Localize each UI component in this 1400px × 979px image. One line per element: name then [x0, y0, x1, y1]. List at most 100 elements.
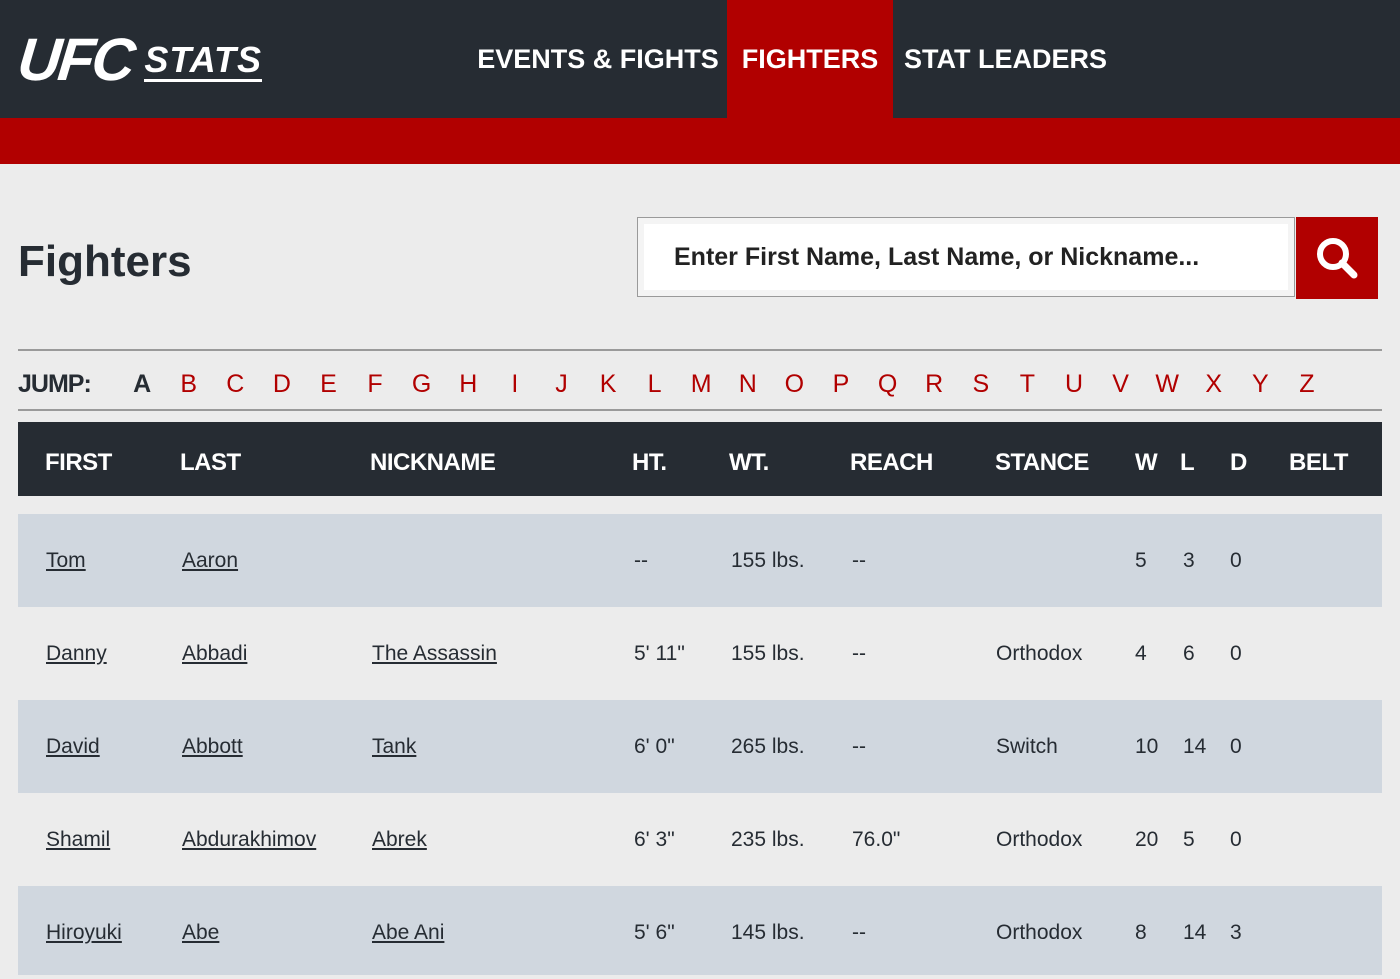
table-row: Danny Abbadi The Assassin 5' 11" 155 lbs…: [18, 607, 1382, 700]
column-header-nickname[interactable]: NICKNAME: [370, 422, 496, 496]
jump-letter-o[interactable]: O: [771, 370, 818, 399]
divider: [18, 409, 1382, 411]
column-header-weight[interactable]: WT.: [729, 422, 769, 496]
top-navigation-bar: UFC STATS EVENTS & FIGHTS FIGHTERS STAT …: [0, 0, 1400, 118]
jump-letter-h[interactable]: H: [445, 370, 492, 399]
cell-stance: Orthodox: [996, 828, 1083, 851]
cell-reach: --: [852, 642, 866, 665]
cell-losses: 6: [1183, 642, 1195, 665]
jump-letters: ABCDEFGHIJKLMNOPQRSTUVWXYZ: [119, 370, 1330, 399]
table-header: FIRST LAST NICKNAME HT. WT. REACH STANCE…: [18, 422, 1382, 496]
column-header-reach[interactable]: REACH: [850, 422, 933, 496]
jump-letter-c[interactable]: C: [212, 370, 259, 399]
cell-first-name[interactable]: David: [46, 700, 100, 793]
jump-letter-l[interactable]: L: [631, 370, 678, 399]
cell-last-name[interactable]: Abe: [182, 886, 219, 979]
jump-letter-p[interactable]: P: [818, 370, 865, 399]
table-row: Tom Aaron -- 155 lbs. -- 5 3 0: [18, 514, 1382, 607]
cell-height: 5' 11": [634, 642, 685, 665]
jump-letter-e[interactable]: E: [305, 370, 352, 399]
nav-fighters[interactable]: FIGHTERS: [727, 0, 893, 118]
cell-nickname[interactable]: Abrek: [372, 793, 427, 886]
jump-letter-a[interactable]: A: [119, 370, 166, 399]
jump-letter-d[interactable]: D: [259, 370, 306, 399]
column-header-belt[interactable]: BELT: [1289, 422, 1348, 496]
jump-letter-j[interactable]: J: [538, 370, 585, 399]
cell-weight: 155 lbs.: [731, 642, 805, 665]
cell-draws: 0: [1230, 735, 1242, 758]
column-header-stance[interactable]: STANCE: [995, 422, 1089, 496]
jump-letter-r[interactable]: R: [911, 370, 958, 399]
nav-stat-leaders[interactable]: STAT LEADERS: [893, 0, 1118, 118]
page-title: Fighters: [18, 237, 192, 286]
jump-letter-v[interactable]: V: [1097, 370, 1144, 399]
cell-losses: 3: [1183, 549, 1195, 572]
jump-letter-f[interactable]: F: [352, 370, 399, 399]
cell-weight: 265 lbs.: [731, 735, 805, 758]
cell-wins: 20: [1135, 828, 1159, 851]
jump-letter-x[interactable]: X: [1190, 370, 1237, 399]
jump-letter-q[interactable]: Q: [864, 370, 911, 399]
jump-label: JUMP:: [18, 369, 92, 398]
cell-nickname[interactable]: Tank: [372, 700, 416, 793]
cell-first-name[interactable]: Tom: [46, 514, 86, 607]
cell-nickname[interactable]: Abe Ani: [372, 886, 444, 979]
cell-stance: Switch: [996, 735, 1058, 758]
search-input[interactable]: [646, 226, 1286, 288]
column-header-height[interactable]: HT.: [632, 422, 667, 496]
alphabet-jump-bar: JUMP: ABCDEFGHIJKLMNOPQRSTUVWXYZ: [18, 364, 1330, 404]
cell-stance: Orthodox: [996, 921, 1083, 944]
cell-height: --: [634, 549, 648, 572]
cell-last-name[interactable]: Abbadi: [182, 607, 247, 700]
jump-letter-n[interactable]: N: [725, 370, 772, 399]
cell-weight: 145 lbs.: [731, 921, 805, 944]
search-icon: [1317, 238, 1358, 279]
column-header-losses[interactable]: L: [1180, 422, 1195, 496]
cell-wins: 8: [1135, 921, 1147, 944]
logo-ufc-text: UFC: [14, 26, 136, 93]
jump-letter-s[interactable]: S: [957, 370, 1004, 399]
ufc-stats-logo[interactable]: UFC STATS: [14, 26, 262, 93]
jump-letter-g[interactable]: G: [398, 370, 445, 399]
jump-letter-u[interactable]: U: [1051, 370, 1098, 399]
cell-reach: 76.0": [852, 828, 901, 851]
cell-first-name[interactable]: Hiroyuki: [46, 886, 122, 979]
cell-nickname[interactable]: The Assassin: [372, 607, 497, 700]
jump-letter-t[interactable]: T: [1004, 370, 1051, 399]
header-accent-bar: [0, 118, 1400, 164]
cell-stance: Orthodox: [996, 642, 1083, 665]
cell-losses: 14: [1183, 735, 1207, 758]
cell-wins: 5: [1135, 549, 1147, 572]
cell-last-name[interactable]: Abdurakhimov: [182, 793, 316, 886]
column-header-last[interactable]: LAST: [180, 422, 241, 496]
cell-weight: 155 lbs.: [731, 549, 805, 572]
cell-draws: 0: [1230, 549, 1242, 572]
jump-letter-k[interactable]: K: [585, 370, 632, 399]
nav-events-and-fights[interactable]: EVENTS & FIGHTS: [470, 0, 726, 118]
cell-draws: 0: [1230, 828, 1242, 851]
table-row: Shamil Abdurakhimov Abrek 6' 3" 235 lbs.…: [18, 793, 1382, 886]
logo-stats-text: STATS: [144, 39, 262, 82]
jump-letter-z[interactable]: Z: [1284, 370, 1331, 399]
cell-height: 6' 0": [634, 735, 675, 758]
cell-last-name[interactable]: Abbott: [182, 700, 243, 793]
table-row: Hiroyuki Abe Abe Ani 5' 6" 145 lbs. -- O…: [18, 886, 1382, 975]
cell-first-name[interactable]: Danny: [46, 607, 107, 700]
cell-draws: 3: [1230, 921, 1242, 944]
cell-first-name[interactable]: Shamil: [46, 793, 110, 886]
jump-letter-y[interactable]: Y: [1237, 370, 1284, 399]
jump-letter-w[interactable]: W: [1144, 370, 1191, 399]
jump-letter-i[interactable]: I: [492, 370, 539, 399]
column-header-wins[interactable]: W: [1135, 422, 1158, 496]
search-box: [637, 217, 1295, 297]
jump-letter-b[interactable]: B: [165, 370, 212, 399]
cell-losses: 14: [1183, 921, 1207, 944]
column-header-draws[interactable]: D: [1230, 422, 1247, 496]
search-button[interactable]: [1296, 217, 1378, 299]
cell-last-name[interactable]: Aaron: [182, 514, 238, 607]
cell-weight: 235 lbs.: [731, 828, 805, 851]
cell-losses: 5: [1183, 828, 1195, 851]
column-header-first[interactable]: FIRST: [45, 422, 112, 496]
jump-letter-m[interactable]: M: [678, 370, 725, 399]
divider: [18, 349, 1382, 351]
